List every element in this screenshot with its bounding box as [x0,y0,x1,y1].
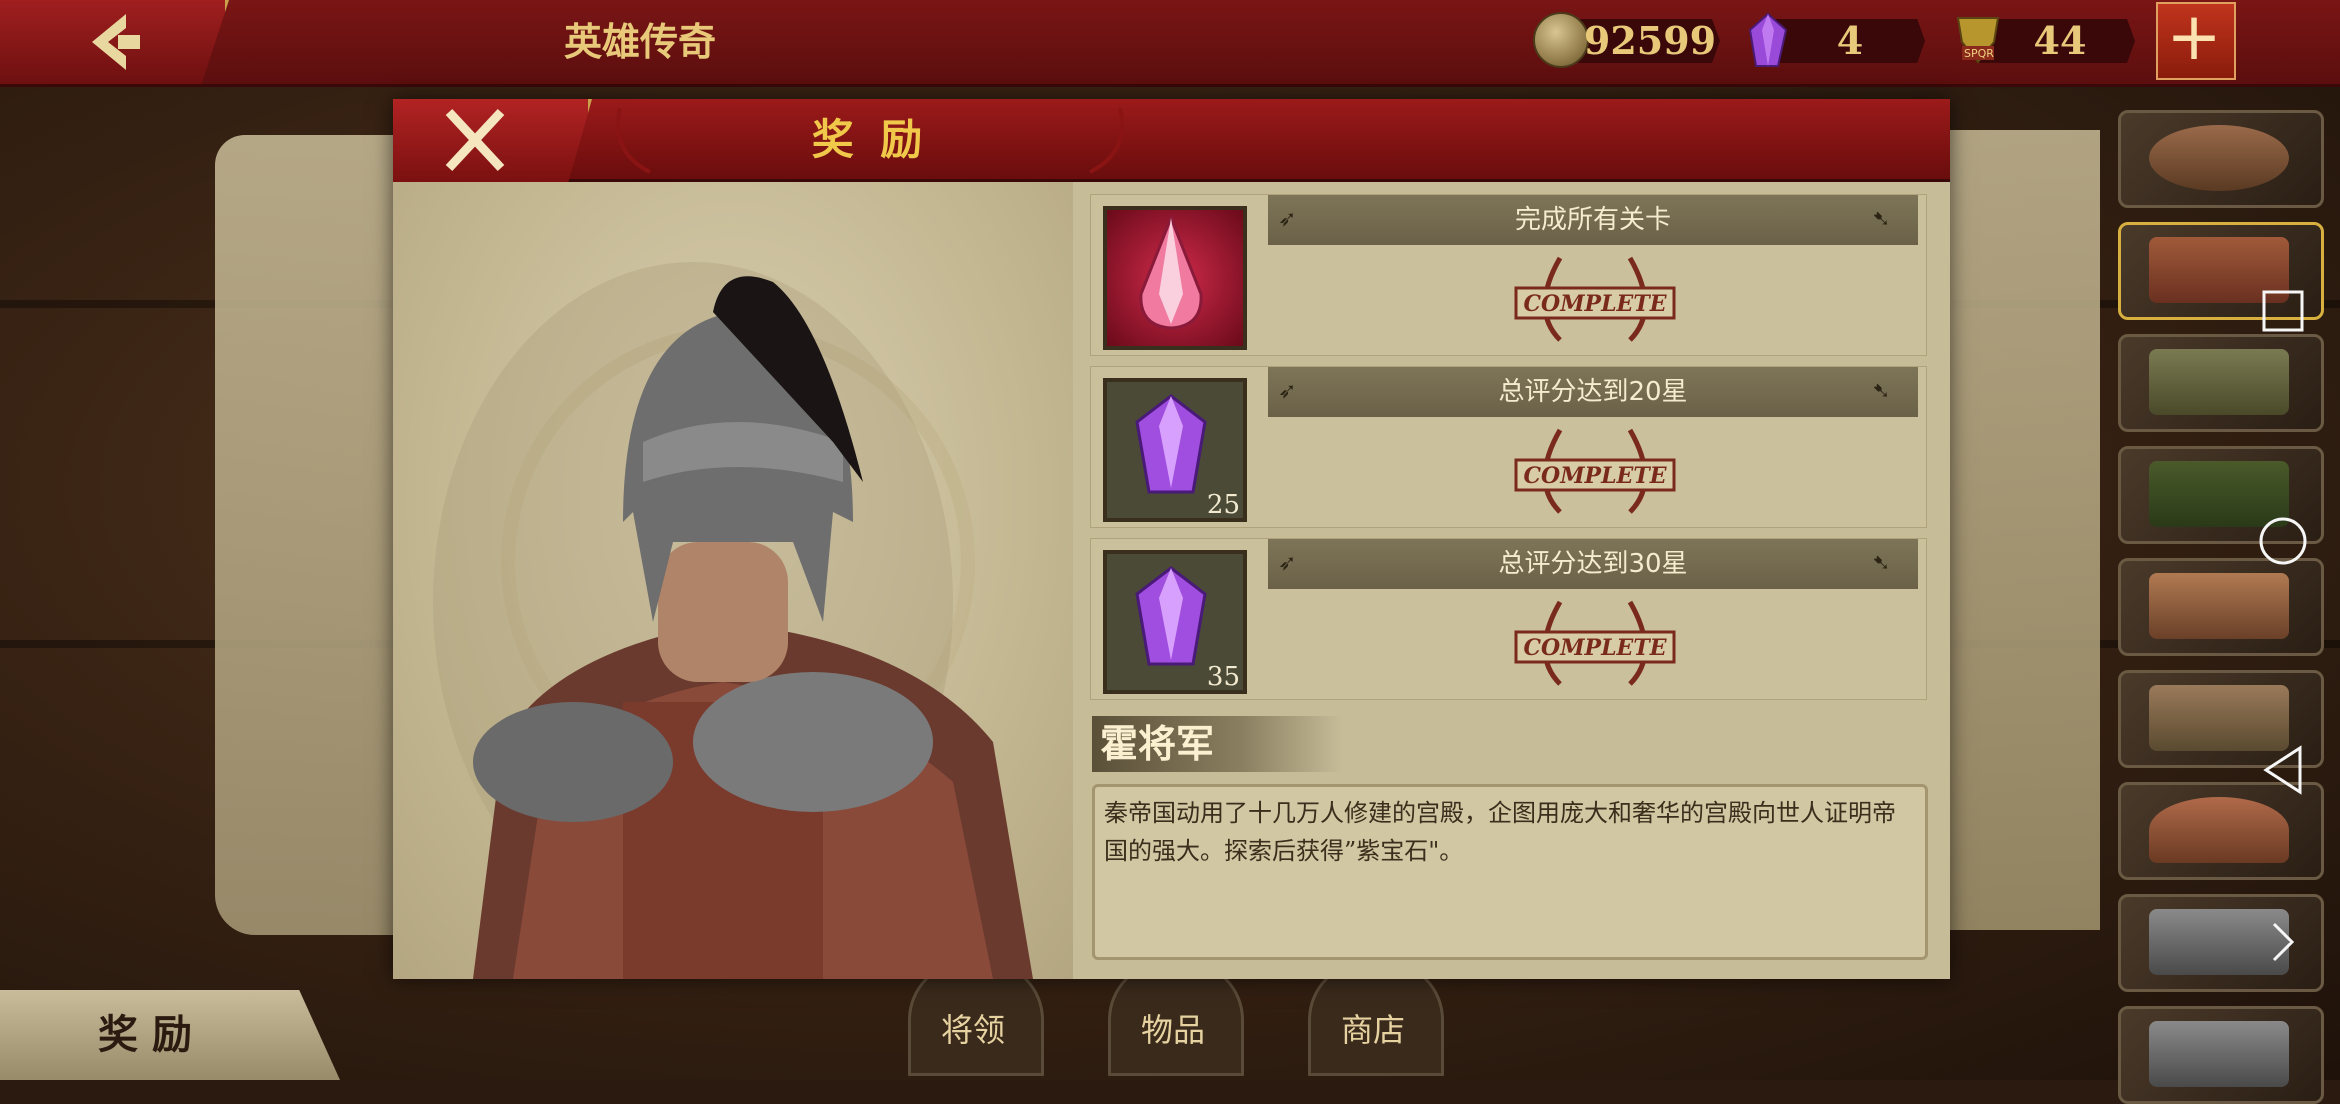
reward-item-count: 35 [1206,662,1240,692]
spqr-count: 44 [2033,18,2087,63]
sidebar-building-temple[interactable] [2118,782,2324,880]
reward-condition: 总评分达到30星 [1498,549,1688,579]
sidebar-building-city[interactable] [2118,334,2324,432]
hero-name: 霍将军 [1100,721,1215,766]
reward-condition: 完成所有关卡 [1514,205,1671,235]
sidebar-building-fortress[interactable] [2118,558,2324,656]
back-arrow-icon [78,8,148,76]
close-icon [425,100,525,180]
plus-icon: + [2166,0,2222,75]
home-icon[interactable] [2258,516,2308,566]
complete-stamp-text: COMPLETE [1524,635,1668,661]
complete-stamp-text: COMPLETE [1524,463,1668,489]
gem-count: 4 [1836,18,1864,63]
recents-icon[interactable] [2260,288,2306,334]
complete-stamp: COMPLETE [1510,422,1680,526]
laurel-icon [1080,102,1140,178]
back-triangle-icon[interactable] [2260,744,2306,796]
complete-stamp: COMPLETE [1510,594,1680,698]
reward-item-count: 25 [1206,490,1240,520]
reward-tab-label: 奖 励 [98,1011,192,1058]
complete-stamp: COMPLETE [1510,250,1680,354]
sidebar-building-colosseum[interactable] [2118,110,2324,208]
complete-stamp-text: COMPLETE [1524,291,1668,317]
shop-tab-label: 商店 [1340,1011,1405,1049]
chevron-right-icon[interactable] [2268,920,2298,964]
purple-gem-icon [1131,564,1211,672]
laurel-icon [600,102,660,178]
dialog-title: 奖 励 [811,115,929,164]
hero-description: 秦帝国动用了十几万人修建的宫殿，企图用庞大和奢华的宫殿向世人证明帝国的强大。探索… [1104,799,1896,865]
map-scroll-right [1950,130,2100,930]
sidebar-building-locked-gate[interactable] [2118,1006,2324,1104]
coin-count: 92599 [1583,18,1717,63]
purple-gem-icon [1131,392,1211,500]
items-tab-label: 物品 [1140,1011,1205,1049]
generals-tab-label: 将领 [940,1011,1005,1049]
hero-portrait [393,182,1073,979]
purple-gem-icon [1748,12,1788,68]
page-title: 英雄传奇 [563,19,716,64]
reward-condition: 总评分达到20星 [1498,377,1688,407]
red-crystal-icon [1131,213,1211,334]
spqr-label: SPQR [1964,47,1994,60]
